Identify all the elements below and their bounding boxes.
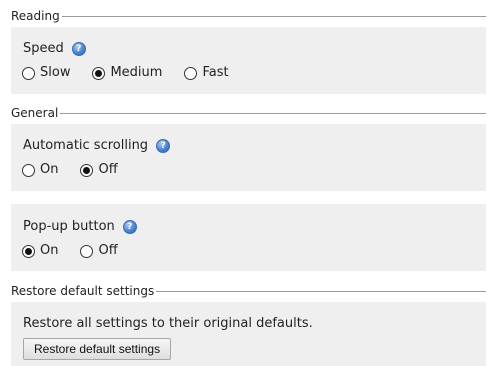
speed-label: Speed bbox=[23, 41, 64, 56]
restore-defaults-button[interactable]: Restore default settings bbox=[23, 338, 172, 360]
popup-label: Pop-up button bbox=[23, 219, 115, 234]
auto-scroll-on-radio[interactable]: On bbox=[22, 162, 58, 178]
popup-label-row: Pop-up button ? bbox=[23, 219, 137, 235]
radio-ring[interactable] bbox=[80, 244, 94, 258]
auto-scroll-off-label: Off bbox=[98, 162, 118, 177]
radio-ring[interactable] bbox=[22, 163, 35, 177]
radio-selected-dot bbox=[95, 69, 103, 77]
restore-panel: Restore all settings to their original d… bbox=[11, 302, 486, 366]
reading-legend: Reading bbox=[11, 8, 486, 24]
auto-scroll-off-radio[interactable]: Off bbox=[80, 162, 118, 178]
auto-scroll-label: Automatic scrolling bbox=[23, 138, 149, 153]
popup-off-radio[interactable]: Off bbox=[80, 243, 118, 259]
auto-scroll-options: On Off bbox=[22, 162, 140, 178]
general-legend-text: General bbox=[11, 106, 59, 120]
restore-divider bbox=[156, 290, 486, 292]
radio-ring[interactable] bbox=[22, 244, 35, 258]
radio-ring[interactable] bbox=[92, 66, 106, 80]
reading-divider bbox=[61, 15, 486, 17]
auto-scroll-panel: Automatic scrolling ? On Off bbox=[11, 124, 486, 191]
radio-selected-dot bbox=[25, 247, 32, 255]
general-legend: General bbox=[11, 105, 486, 121]
auto-scroll-on-label: On bbox=[40, 162, 59, 177]
auto-scroll-label-row: Automatic scrolling ? bbox=[23, 138, 171, 154]
help-icon[interactable]: ? bbox=[122, 220, 137, 234]
general-divider bbox=[60, 112, 486, 114]
popup-panel: Pop-up button ? On Off bbox=[11, 204, 486, 271]
radio-ring[interactable] bbox=[184, 66, 198, 80]
speed-slow-label: Slow bbox=[40, 65, 71, 80]
radio-selected-dot bbox=[83, 166, 91, 174]
restore-description: Restore all settings to their original d… bbox=[23, 316, 313, 331]
speed-options: Slow Medium Fast bbox=[22, 65, 251, 81]
help-icon[interactable]: ? bbox=[71, 42, 86, 56]
speed-medium-label: Medium bbox=[110, 65, 163, 80]
popup-options: On Off bbox=[22, 243, 140, 259]
speed-fast-label: Fast bbox=[202, 65, 229, 80]
radio-ring[interactable] bbox=[80, 163, 94, 177]
speed-label-row: Speed ? bbox=[23, 41, 86, 57]
popup-off-label: Off bbox=[98, 243, 118, 258]
reading-panel: Speed ? Slow Medium Fast bbox=[11, 27, 486, 94]
restore-legend-text: Restore default settings bbox=[11, 284, 155, 298]
speed-fast-radio[interactable]: Fast bbox=[184, 65, 229, 81]
speed-slow-radio[interactable]: Slow bbox=[22, 65, 70, 81]
popup-on-label: On bbox=[40, 243, 59, 258]
popup-on-radio[interactable]: On bbox=[22, 243, 58, 259]
help-icon[interactable]: ? bbox=[156, 139, 171, 153]
reading-legend-text: Reading bbox=[11, 9, 60, 23]
restore-legend: Restore default settings bbox=[11, 283, 486, 299]
radio-ring[interactable] bbox=[22, 66, 35, 80]
speed-medium-radio[interactable]: Medium bbox=[92, 65, 162, 81]
